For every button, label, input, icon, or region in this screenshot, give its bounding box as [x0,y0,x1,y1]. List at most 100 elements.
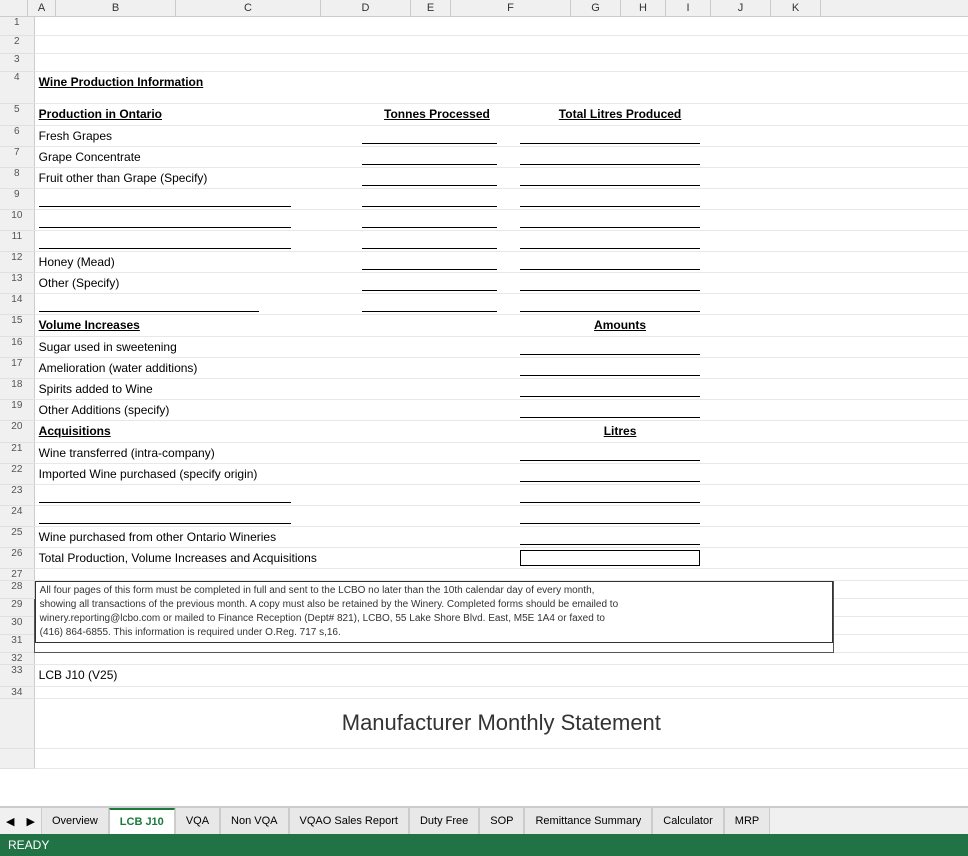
tab-vqa[interactable]: VQA [175,808,220,834]
tab-scroll-right[interactable]: ▶ [20,808,40,834]
litres-input-7[interactable] [520,149,700,165]
amounts-label: Amounts [594,318,646,332]
row-num: 26 [0,547,34,568]
litres-input-9[interactable] [520,191,700,207]
row-num: 18 [0,378,34,399]
production-label: Production in Ontario [39,107,162,121]
litres-input-25[interactable] [520,529,700,545]
tab-mrp[interactable]: MRP [724,808,770,834]
table-row: 8 Fruit other than Grape (Specify) [0,167,968,188]
row-num: 14 [0,293,34,314]
litres-input-12[interactable] [520,254,700,270]
litres-input-14[interactable] [520,296,700,312]
title-cell: Wine Production Information [34,71,663,103]
tonnes-input-12[interactable] [362,254,498,270]
sheet-content: 1 2 3 4 Wine Production Information [0,17,968,806]
tonnes-input-6[interactable] [362,128,498,144]
tonnes-input-7[interactable] [362,149,498,165]
litres-input-21[interactable] [520,445,700,461]
tab-remittance[interactable]: Remittance Summary [524,808,652,834]
tab-duty-free[interactable]: Duty Free [409,808,479,834]
tab-non-vqa[interactable]: Non VQA [220,808,288,834]
table-row: 15 Volume Increases Amounts [0,314,968,336]
col-header-j: J [711,0,771,16]
col-header-k: K [771,0,821,16]
sugar-label: Sugar used in sweetening [39,340,177,354]
specify-input-11[interactable] [39,233,291,249]
litres-input-22[interactable] [520,466,700,482]
table-row: 18 Spirits added to Wine [0,378,968,399]
table-row: 33 LCB J10 (V25) [0,664,968,686]
table-row: 14 [0,293,968,314]
row-num: 11 [0,230,34,251]
specify-input-23[interactable] [39,487,291,503]
specify-input-9[interactable] [39,191,291,207]
litres-input-6[interactable] [520,128,700,144]
row-num: 13 [0,272,34,293]
tonnes-input-9[interactable] [362,191,498,207]
tab-calculator[interactable]: Calculator [652,808,724,834]
litres-input-13[interactable] [520,275,700,291]
amount-input-17[interactable] [520,360,700,376]
tonnes-input-14[interactable] [362,296,498,312]
row-num: 30 [0,616,34,634]
litres-header: Total Litres Produced [516,103,724,125]
col-header-e: E [411,0,451,16]
row-num: 2 [0,35,34,53]
tab-overview[interactable]: Overview [41,808,109,834]
tab-lcb-j10[interactable]: LCB J10 [109,808,175,834]
spirits-label: Spirits added to Wine [39,382,153,396]
tonnes-input-10[interactable] [362,212,498,228]
table-row: 21 Wine transferred (intra-company) [0,442,968,463]
row-num: 32 [0,652,34,664]
litres-input-23[interactable] [520,487,700,503]
table-row: 13 Other (Specify) [0,272,968,293]
specify-input-10[interactable] [39,212,291,228]
row-num: 23 [0,484,34,505]
row-num: 31 [0,634,34,652]
fruit-other-label: Fruit other than Grape (Specify) [39,171,208,185]
table-row: 23 [0,484,968,505]
specify-input-14[interactable] [39,296,259,312]
grape-concentrate-label: Grape Concentrate [39,150,141,164]
table-row: 20 Acquisitions Litres [0,420,968,442]
table-row: Manufacturer Monthly Statement [0,698,968,748]
litres-input-11[interactable] [520,233,700,249]
table-row: 6 Fresh Grapes [0,125,968,146]
tonnes-input-11[interactable] [362,233,498,249]
row-num: 12 [0,251,34,272]
amount-input-19[interactable] [520,402,700,418]
row-num: 28 [0,580,34,598]
notice-line-1: All four pages of this form must be comp… [40,585,595,596]
main-title: Manufacturer Monthly Statement [342,710,661,735]
amount-input-16[interactable] [520,339,700,355]
litres-input-10[interactable] [520,212,700,228]
tab-sop[interactable]: SOP [479,808,524,834]
total-input-26[interactable] [520,550,700,566]
table-row: 12 Honey (Mead) [0,251,968,272]
tab-vqao-sales[interactable]: VQAO Sales Report [289,808,409,834]
table-row: 34 [0,686,968,698]
table-row: 22 Imported Wine purchased (specify orig… [0,463,968,484]
table-row: 11 [0,230,968,251]
row-num: 20 [0,420,34,442]
specify-input-24[interactable] [39,508,291,524]
other-additions-label: Other Additions (specify) [39,403,170,417]
table-row: 26 Total Production, Volume Increases an… [0,547,968,568]
litres-input-8[interactable] [520,170,700,186]
col-header-f: F [451,0,571,16]
spreadsheet: A B C D E F G H I J K [0,0,968,806]
row-num: 3 [0,53,34,71]
amount-input-18[interactable] [520,381,700,397]
wine-transferred-label: Wine transferred (intra-company) [39,446,215,460]
litres-acq-label: Litres [604,424,637,438]
tonnes-input-13[interactable] [362,275,498,291]
row-num: 22 [0,463,34,484]
table-row: 24 [0,505,968,526]
tonnes-input-8[interactable] [362,170,498,186]
table-row: 5 Production in Ontario Tonnes Processed… [0,103,968,125]
tab-scroll-left[interactable]: ◀ [0,808,20,834]
row-num: 6 [0,125,34,146]
litres-input-24[interactable] [520,508,700,524]
row-num: 4 [0,71,34,103]
